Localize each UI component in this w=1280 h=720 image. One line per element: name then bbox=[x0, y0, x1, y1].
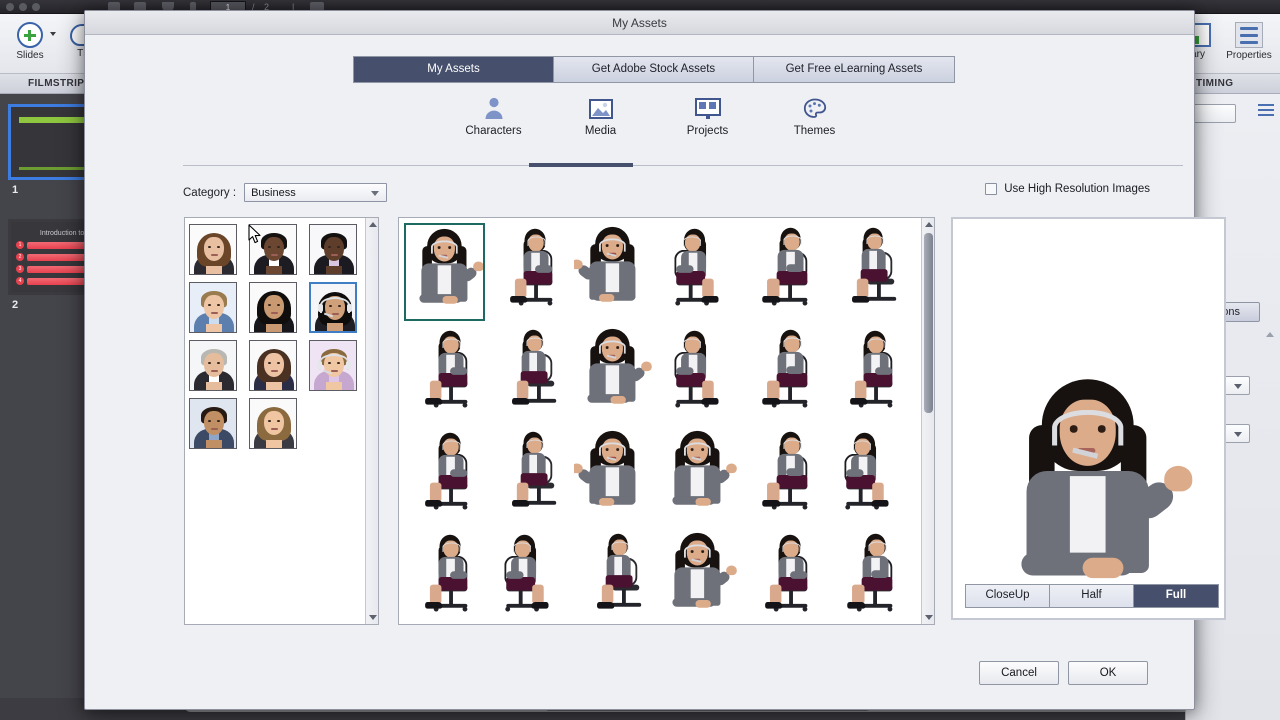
poses-scrollbar[interactable] bbox=[921, 218, 934, 624]
tab-characters-label: Characters bbox=[465, 125, 522, 137]
screen: 1 / 2 | Slides Th ary Properties FILMSTR… bbox=[0, 0, 1280, 720]
high-resolution-checkbox[interactable] bbox=[985, 183, 998, 195]
character-pose[interactable] bbox=[404, 529, 485, 627]
category-label: Category : bbox=[183, 186, 237, 199]
tab-themes[interactable]: Themes bbox=[761, 94, 868, 137]
category-row: Category : Business bbox=[183, 183, 388, 202]
preview-size-half[interactable]: Half bbox=[1050, 585, 1134, 607]
character-thumbnail[interactable] bbox=[309, 282, 357, 333]
asset-source-tabs: My Assets Get Adobe Stock Assets Get Fre… bbox=[353, 56, 955, 83]
character-pose[interactable] bbox=[404, 325, 485, 423]
character-thumbnail[interactable] bbox=[189, 282, 237, 333]
preview-character-image bbox=[985, 369, 1192, 619]
character-poses-panel bbox=[398, 217, 935, 625]
character-pose[interactable] bbox=[659, 427, 740, 525]
character-pose[interactable] bbox=[404, 427, 485, 525]
category-select[interactable]: Business bbox=[244, 183, 388, 202]
character-pose[interactable] bbox=[744, 325, 825, 423]
monitor-icon bbox=[654, 94, 761, 120]
tab-timing[interactable]: TIMING bbox=[1196, 78, 1233, 89]
character-pose[interactable] bbox=[829, 529, 910, 627]
panel-menu-icon[interactable] bbox=[1258, 104, 1274, 119]
dialog-title: My Assets bbox=[85, 11, 1194, 35]
character-pose[interactable] bbox=[489, 223, 570, 321]
character-thumbnail[interactable] bbox=[189, 398, 237, 449]
tab-filmstrip[interactable]: FILMSTRIP bbox=[28, 78, 84, 89]
character-pose[interactable] bbox=[489, 529, 570, 627]
character-pose[interactable] bbox=[829, 223, 910, 321]
character-thumbnail[interactable] bbox=[249, 398, 297, 449]
character-pose[interactable] bbox=[659, 223, 740, 321]
window-controls[interactable] bbox=[6, 3, 40, 11]
ok-button[interactable]: OK bbox=[1068, 661, 1148, 685]
ribbon-slides-button[interactable]: Slides bbox=[2, 16, 58, 61]
image-icon bbox=[547, 94, 654, 120]
thumbnails-scrollbar[interactable] bbox=[365, 218, 378, 624]
high-resolution-label: Use High Resolution Images bbox=[1004, 183, 1150, 195]
tabs-divider bbox=[183, 165, 1183, 166]
tab-characters[interactable]: Characters bbox=[440, 94, 547, 137]
ribbon-slides-label: Slides bbox=[16, 50, 44, 61]
scroll-down-icon[interactable] bbox=[369, 615, 377, 620]
tab-active-indicator bbox=[529, 163, 633, 167]
ribbon-properties-label: Properties bbox=[1226, 50, 1272, 61]
character-thumbnail-grid bbox=[189, 224, 365, 449]
character-thumbnails-panel bbox=[184, 217, 379, 625]
character-pose[interactable] bbox=[574, 427, 655, 525]
tab-my-assets[interactable]: My Assets bbox=[354, 57, 554, 82]
high-resolution-row[interactable]: Use High Resolution Images bbox=[985, 183, 1150, 195]
scrollbar-thumb[interactable] bbox=[924, 233, 933, 413]
character-pose[interactable] bbox=[574, 529, 655, 627]
collapse-triangle-icon[interactable] bbox=[1266, 332, 1274, 337]
tab-media-label: Media bbox=[584, 125, 617, 137]
my-assets-dialog: My Assets My Assets Get Adobe Stock Asse… bbox=[84, 10, 1226, 710]
character-pose[interactable] bbox=[829, 325, 910, 423]
character-pose[interactable] bbox=[574, 223, 655, 321]
character-thumbnail[interactable] bbox=[249, 340, 297, 391]
hamburger-icon bbox=[1235, 22, 1263, 48]
character-pose[interactable] bbox=[489, 427, 570, 525]
cancel-button[interactable]: Cancel bbox=[979, 661, 1059, 685]
ribbon-properties-button[interactable]: Properties bbox=[1218, 16, 1280, 61]
chevron-down-icon bbox=[371, 191, 380, 196]
preview-size-closeup[interactable]: CloseUp bbox=[966, 585, 1050, 607]
character-preview-panel: CloseUp Half Full bbox=[951, 217, 1226, 620]
person-icon bbox=[440, 94, 547, 120]
scroll-down-icon[interactable] bbox=[925, 615, 933, 620]
character-thumbnail[interactable] bbox=[309, 224, 357, 275]
character-thumbnail[interactable] bbox=[249, 282, 297, 333]
tab-projects-label: Projects bbox=[686, 125, 729, 137]
character-pose[interactable] bbox=[574, 325, 655, 423]
category-select-value: Business bbox=[251, 187, 296, 199]
tab-themes-label: Themes bbox=[793, 125, 836, 137]
character-thumbnail[interactable] bbox=[189, 224, 237, 275]
scroll-up-icon[interactable] bbox=[925, 222, 933, 227]
character-thumbnail[interactable] bbox=[189, 340, 237, 391]
character-pose[interactable] bbox=[744, 223, 825, 321]
scroll-up-icon[interactable] bbox=[369, 222, 377, 227]
tab-media[interactable]: Media bbox=[547, 94, 654, 137]
character-pose[interactable] bbox=[404, 223, 485, 321]
plus-circle-icon bbox=[17, 22, 43, 48]
dialog-actions: Cancel OK bbox=[979, 661, 1148, 685]
preview-size-buttons: CloseUp Half Full bbox=[965, 584, 1219, 608]
character-pose[interactable] bbox=[829, 427, 910, 525]
palette-icon bbox=[761, 94, 868, 120]
preview-size-full[interactable]: Full bbox=[1134, 585, 1218, 607]
tab-get-adobe-stock-assets[interactable]: Get Adobe Stock Assets bbox=[554, 57, 754, 82]
character-thumbnail[interactable] bbox=[309, 340, 357, 391]
tab-get-free-elearning-assets[interactable]: Get Free eLearning Assets bbox=[754, 57, 954, 82]
character-pose[interactable] bbox=[489, 325, 570, 423]
tab-projects[interactable]: Projects bbox=[654, 94, 761, 137]
asset-type-tabs: Characters Media Projects Themes bbox=[440, 94, 868, 137]
character-pose[interactable] bbox=[744, 529, 825, 627]
character-pose[interactable] bbox=[659, 529, 740, 627]
character-pose-grid bbox=[404, 223, 916, 627]
character-pose[interactable] bbox=[744, 427, 825, 525]
character-pose[interactable] bbox=[659, 325, 740, 423]
